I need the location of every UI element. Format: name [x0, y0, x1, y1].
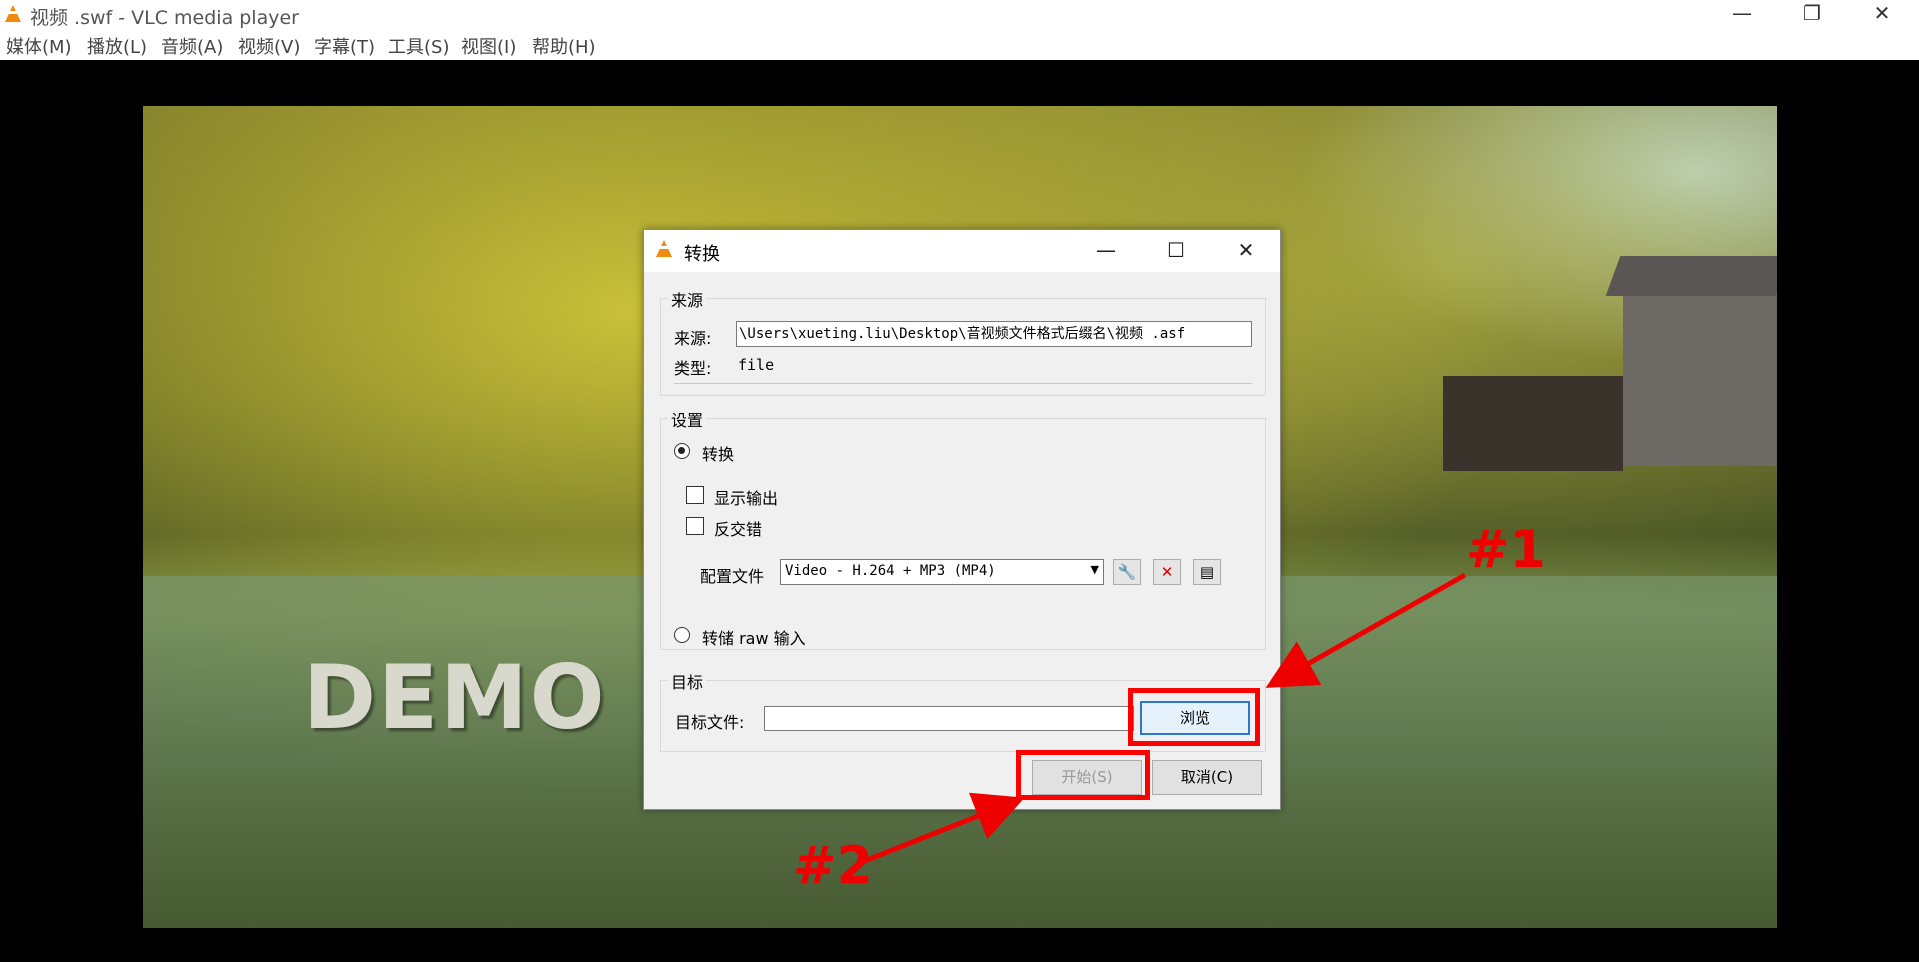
arrow-to-browse [1265, 572, 1467, 688]
annotation-label-2: #2 [793, 836, 873, 896]
arrow-to-start [861, 792, 1025, 865]
annotation-arrows [861, 572, 1467, 865]
annotation-label-1: #1 [1466, 520, 1546, 580]
